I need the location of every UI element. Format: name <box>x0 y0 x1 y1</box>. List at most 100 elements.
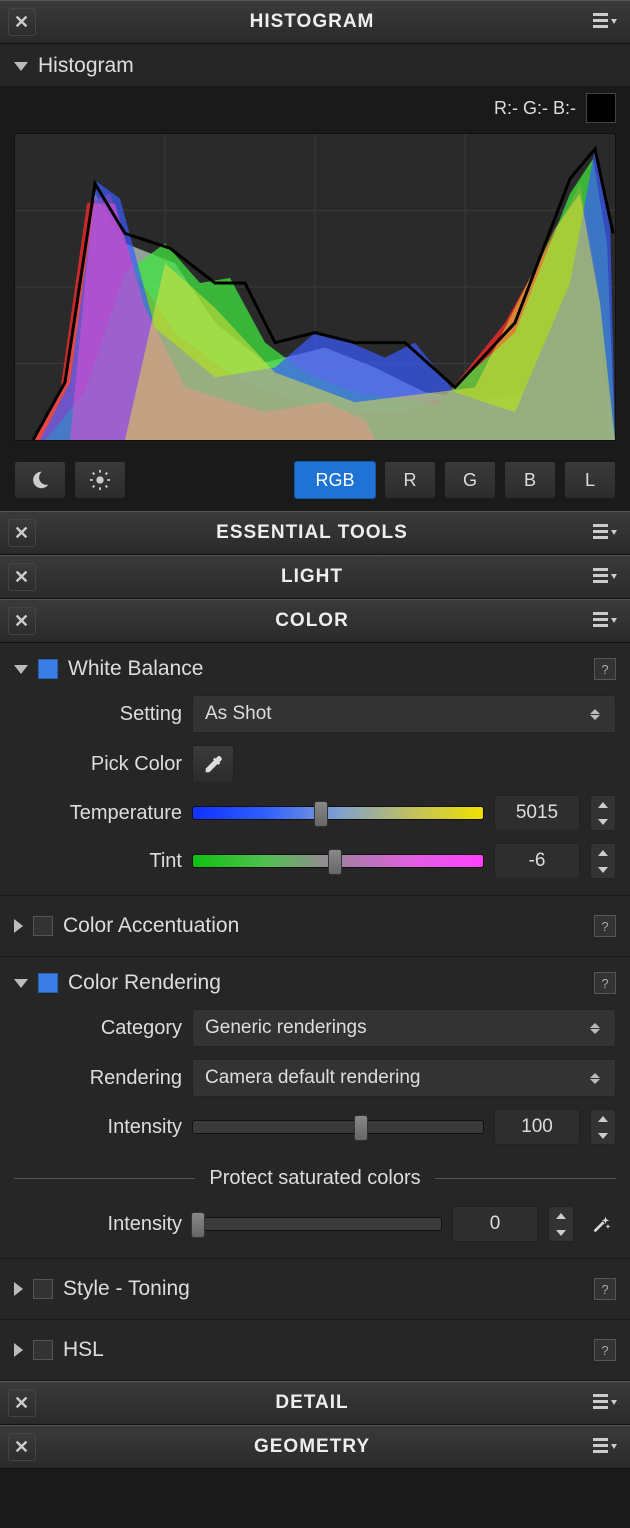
panel-title: HISTOGRAM <box>36 11 588 33</box>
menu-dropdown-icon <box>593 13 617 31</box>
white-balance-header: White Balance ? <box>14 653 616 689</box>
panel-title: LIGHT <box>36 566 588 588</box>
histogram-section: Histogram <box>0 44 630 87</box>
enable-checkbox[interactable] <box>38 659 58 679</box>
help-button[interactable]: ? <box>594 1278 616 1300</box>
channel-g-button[interactable]: G <box>444 461 496 499</box>
menu-button[interactable] <box>588 8 622 36</box>
white-balance-section: White Balance ? Setting As Shot Pick Col… <box>0 643 630 896</box>
rgb-readout-row: R:- G:- B:- <box>0 87 630 123</box>
panel-title: GEOMETRY <box>36 1436 588 1458</box>
color-accentuation-section: Color Accentuation ? <box>0 896 630 957</box>
menu-dropdown-icon <box>593 1438 617 1456</box>
close-button[interactable]: ✕ <box>8 1433 36 1461</box>
rendering-select[interactable]: Camera default rendering <box>192 1059 616 1097</box>
section-label: Color Accentuation <box>63 914 239 938</box>
tint-spinner[interactable] <box>590 843 616 879</box>
menu-button[interactable] <box>588 1389 622 1417</box>
help-button[interactable]: ? <box>594 915 616 937</box>
color-rendering-header: Color Rendering ? <box>14 967 616 1003</box>
temperature-row: Temperature 5015 <box>14 789 616 837</box>
menu-dropdown-icon <box>593 568 617 586</box>
channel-l-button[interactable]: L <box>564 461 616 499</box>
histogram-chart <box>14 133 616 441</box>
intensity-spinner[interactable] <box>590 1109 616 1145</box>
panel-title: DETAIL <box>36 1392 588 1414</box>
menu-dropdown-icon <box>593 612 617 630</box>
protect-divider: Protect saturated colors <box>14 1151 616 1200</box>
category-select[interactable]: Generic renderings <box>192 1009 616 1047</box>
help-button[interactable]: ? <box>594 1339 616 1361</box>
tint-row: Tint -6 <box>14 837 616 885</box>
close-button[interactable]: ✕ <box>8 8 36 36</box>
category-value: Generic renderings <box>205 1017 367 1039</box>
histogram-section-header: Histogram <box>14 50 616 86</box>
rendering-row: Rendering Camera default rendering <box>14 1053 616 1103</box>
enable-checkbox[interactable] <box>33 1340 53 1360</box>
protect-intensity-row: Intensity 0 <box>14 1200 616 1248</box>
color-rendering-section: Color Rendering ? Category Generic rende… <box>0 957 630 1259</box>
section-label: Style - Toning <box>63 1277 190 1301</box>
panel-title: COLOR <box>36 610 588 632</box>
intensity-row: Intensity 100 <box>14 1103 616 1151</box>
menu-button[interactable] <box>588 607 622 635</box>
disclosure-triangle-icon[interactable] <box>14 1343 23 1357</box>
intensity-value[interactable]: 100 <box>494 1109 580 1145</box>
section-label: HSL <box>63 1338 104 1362</box>
intensity-slider[interactable] <box>192 1120 484 1134</box>
panel-header-color: ✕ COLOR <box>0 599 630 643</box>
temperature-spinner[interactable] <box>590 795 616 831</box>
menu-button[interactable] <box>588 1433 622 1461</box>
rendering-value: Camera default rendering <box>205 1067 420 1089</box>
panel-title: ESSENTIAL TOOLS <box>36 522 588 544</box>
disclosure-triangle-icon[interactable] <box>14 1282 23 1296</box>
tint-slider[interactable] <box>192 854 484 868</box>
rendering-label: Rendering <box>14 1067 182 1090</box>
section-label: Color Rendering <box>68 971 221 995</box>
highlight-clip-button[interactable] <box>74 461 126 499</box>
protect-label: Protect saturated colors <box>209 1167 420 1190</box>
close-button[interactable]: ✕ <box>8 1389 36 1417</box>
menu-dropdown-icon <box>593 524 617 542</box>
category-row: Category Generic renderings <box>14 1003 616 1053</box>
select-arrows-icon <box>587 1073 603 1084</box>
help-button[interactable]: ? <box>594 658 616 680</box>
eyedropper-button[interactable] <box>192 745 234 783</box>
close-button[interactable]: ✕ <box>8 519 36 547</box>
help-button[interactable]: ? <box>594 972 616 994</box>
menu-button[interactable] <box>588 563 622 591</box>
setting-label: Setting <box>14 703 182 726</box>
disclosure-triangle-icon[interactable] <box>14 919 23 933</box>
setting-select[interactable]: As Shot <box>192 695 616 733</box>
disclosure-triangle-icon[interactable] <box>14 665 28 674</box>
hsl-section: HSL ? <box>0 1320 630 1381</box>
protect-intensity-value[interactable]: 0 <box>452 1206 538 1242</box>
rgb-readout-text: R:- G:- B:- <box>494 98 576 119</box>
close-button[interactable]: ✕ <box>8 607 36 635</box>
sun-icon <box>89 469 111 491</box>
channel-r-button[interactable]: R <box>384 461 436 499</box>
enable-checkbox[interactable] <box>33 1279 53 1299</box>
panel-header-light: ✕ LIGHT <box>0 555 630 599</box>
channel-rgb-button[interactable]: RGB <box>294 461 376 499</box>
temperature-slider[interactable] <box>192 806 484 820</box>
magic-wand-button[interactable] <box>584 1206 616 1242</box>
protect-intensity-label: Intensity <box>14 1213 182 1236</box>
channel-b-button[interactable]: B <box>504 461 556 499</box>
shadow-clip-button[interactable] <box>14 461 66 499</box>
setting-value: As Shot <box>205 703 272 725</box>
menu-button[interactable] <box>588 519 622 547</box>
disclosure-triangle-icon[interactable] <box>14 979 28 988</box>
protect-intensity-spinner[interactable] <box>548 1206 574 1242</box>
style-toning-section: Style - Toning ? <box>0 1259 630 1320</box>
section-label: Histogram <box>38 54 134 78</box>
enable-checkbox[interactable] <box>33 916 53 936</box>
protect-intensity-slider[interactable] <box>192 1217 442 1231</box>
enable-checkbox[interactable] <box>38 973 58 993</box>
disclosure-triangle-icon[interactable] <box>14 62 28 71</box>
menu-dropdown-icon <box>593 1394 617 1412</box>
temperature-value[interactable]: 5015 <box>494 795 580 831</box>
tint-value[interactable]: -6 <box>494 843 580 879</box>
histogram-channel-toolbar: RGB R G B L <box>0 451 630 511</box>
close-button[interactable]: ✕ <box>8 563 36 591</box>
